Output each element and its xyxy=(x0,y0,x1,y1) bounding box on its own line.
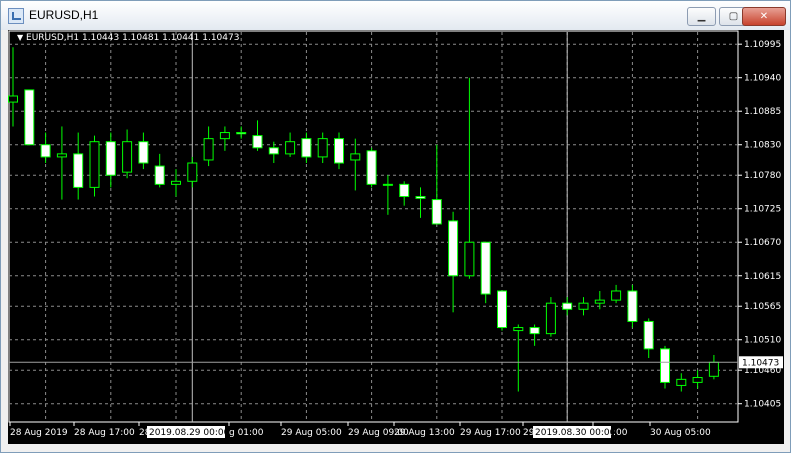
bear-candle xyxy=(334,138,344,164)
y-tick-label: 1.10670 xyxy=(744,238,781,248)
bull-candle xyxy=(171,180,181,185)
y-tick-label: 1.10565 xyxy=(744,302,781,312)
bear-candle xyxy=(643,320,654,350)
bear-candle xyxy=(105,141,116,176)
chart-header: ▼ EURUSD,H1 1.10443 1.10481 1.10441 1.10… xyxy=(17,33,239,43)
bear-candle xyxy=(529,327,540,335)
bull-candle xyxy=(122,141,133,173)
current-price-label: 1.10473 xyxy=(742,358,779,368)
bull-candle xyxy=(382,183,393,186)
date-marker-label: 2019.08.29 00:00 xyxy=(149,428,230,438)
bull-candle xyxy=(187,162,198,182)
bear-candle xyxy=(448,220,459,277)
y-tick-label: 1.10615 xyxy=(744,272,781,282)
bull-candle xyxy=(285,141,296,155)
bull-candle xyxy=(89,141,100,188)
bull-candle xyxy=(8,95,18,103)
chart-menu-triangle-icon[interactable]: ▼ xyxy=(17,33,23,42)
bear-candle xyxy=(252,135,263,149)
bull-candle xyxy=(56,153,67,158)
bull-candle xyxy=(219,132,230,140)
bull-candle xyxy=(676,378,687,386)
x-tick-label: 29 Aug 05:00 xyxy=(281,428,342,438)
bull-candle xyxy=(594,299,605,304)
bear-candle xyxy=(399,183,410,198)
bull-candle xyxy=(692,377,703,383)
bear-candle xyxy=(415,196,426,199)
bear-candle xyxy=(154,165,165,185)
bear-candle xyxy=(73,153,84,188)
bear-candle xyxy=(660,348,670,383)
y-tick-label: 1.10830 xyxy=(744,141,781,151)
price-chart[interactable]: 1.10995 1.10940 1.10885 1.10830 1.10780 1.107… xyxy=(8,30,784,444)
bull-candle xyxy=(513,327,524,332)
bull-candle xyxy=(203,138,214,161)
bear-candle xyxy=(562,302,573,310)
bull-candle xyxy=(708,361,719,377)
bear-candle xyxy=(236,132,247,135)
bear-candle xyxy=(24,89,35,146)
y-tick-label: 1.10780 xyxy=(744,171,781,181)
bear-candle xyxy=(366,150,377,185)
window-title: EURUSD,H1 xyxy=(29,8,99,22)
bull-candle xyxy=(317,138,328,158)
bull-candle xyxy=(464,241,475,277)
bear-candle xyxy=(627,290,638,322)
minimize-button[interactable]: ▁ xyxy=(687,7,716,26)
bear-candle xyxy=(268,147,279,155)
bull-candle xyxy=(578,302,589,310)
x-tick-label: g 01:00 xyxy=(229,428,264,438)
y-tick-label: 1.10995 xyxy=(744,40,781,50)
title-bar[interactable]: EURUSD,H1 ▁ ▢ ✕ xyxy=(1,1,790,30)
close-button[interactable]: ✕ xyxy=(742,7,786,26)
y-tick-label: 1.10725 xyxy=(744,205,781,215)
x-tick-label: 30 Aug 05:00 xyxy=(650,428,711,438)
candlestick-chart[interactable]: 1.10995 1.10940 1.10885 1.10830 1.10780 1.107… xyxy=(8,30,784,444)
x-tick-label: 28 Aug 2019 xyxy=(10,428,68,438)
bull-candle xyxy=(611,290,622,301)
bear-candle xyxy=(40,144,51,158)
y-tick-label: 1.10510 xyxy=(744,336,781,346)
x-tick-label: 29 Aug 17:00 xyxy=(460,428,521,438)
bear-candle xyxy=(480,241,491,295)
y-tick-label: 1.10940 xyxy=(744,74,781,84)
x-tick-label: 28 Aug 17:00 xyxy=(74,428,135,438)
bull-candle xyxy=(545,302,556,335)
chart-window-icon xyxy=(8,8,24,24)
x-tick-label: 29 Aug 13:00 xyxy=(394,428,455,438)
y-tick-label: 1.10405 xyxy=(744,400,781,410)
date-marker-label: 2019.08.30 00:00 xyxy=(535,428,616,438)
bear-candle xyxy=(301,138,312,158)
bear-candle xyxy=(431,199,442,225)
plot-frame xyxy=(8,30,739,423)
x-tick-label: 29 xyxy=(523,428,535,438)
terminal-chart-window: EURUSD,H1 ▁ ▢ ✕ 1.10995 1.10940 1.10885 1.1… xyxy=(0,0,791,453)
y-tick-label: 1.10885 xyxy=(744,107,781,117)
chart-symbol-ohlc: EURUSD,H1 1.10443 1.10481 1.10441 1.1047… xyxy=(26,33,240,43)
bear-candle xyxy=(138,141,149,164)
bull-candle xyxy=(350,153,361,161)
bear-candle xyxy=(497,290,507,329)
